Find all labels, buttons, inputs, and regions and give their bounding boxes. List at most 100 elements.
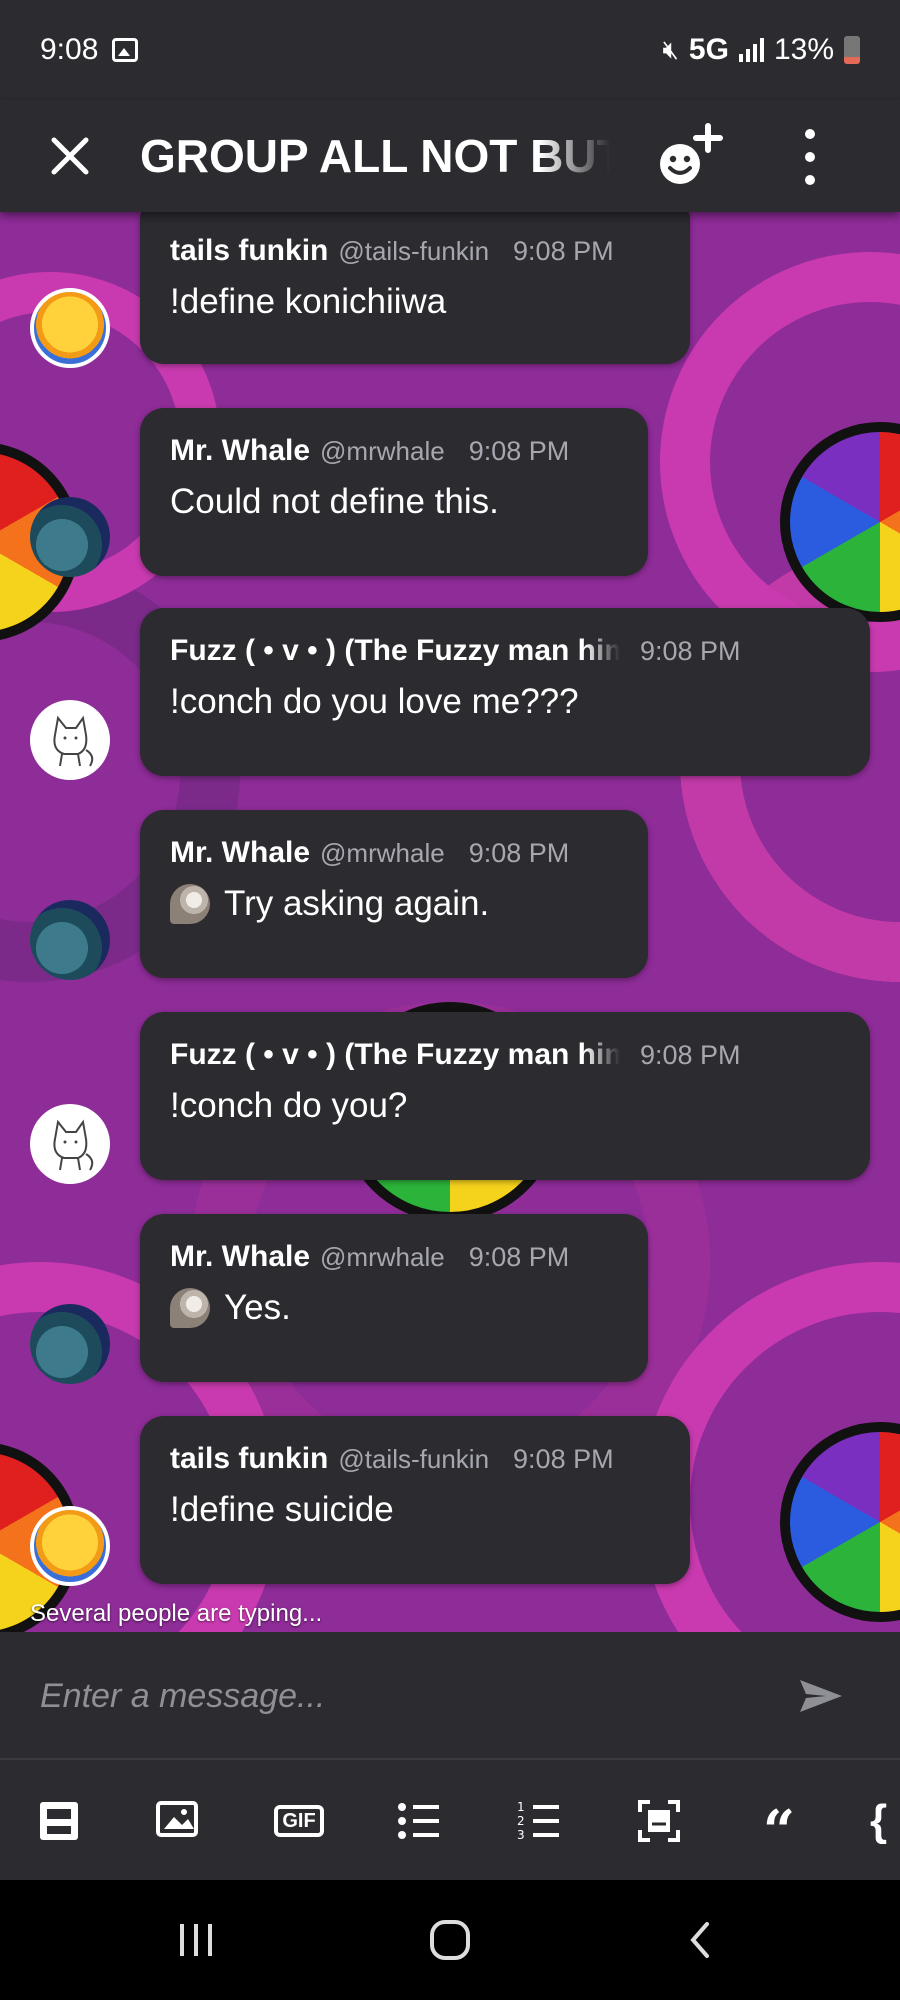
avatar[interactable]	[30, 1506, 110, 1586]
message-author[interactable]: tails funkin	[170, 1442, 328, 1476]
message-bubble[interactable]: Mr. Whale @mrwhale 9:08 PM Yes.	[140, 1214, 648, 1382]
message-meta: Fuzz ( • v • ) (The Fuzzy man himself) 9…	[170, 634, 840, 668]
message-text: !define suicide	[170, 1490, 394, 1529]
bullet-list-icon	[398, 1803, 439, 1839]
close-button[interactable]	[35, 121, 105, 191]
message-handle: @tails-funkin	[338, 1444, 490, 1474]
message-author[interactable]: Fuzz ( • v • ) (The Fuzzy man himself)	[170, 1038, 620, 1072]
gif-icon: GIF	[274, 1805, 324, 1837]
message-meta: Mr. Whale @mrwhale 9:08 PM	[170, 434, 618, 468]
cat-sketch-icon	[53, 1119, 94, 1171]
message-time: 9:08 PM	[640, 1040, 741, 1070]
more-icon-dot	[805, 175, 815, 186]
quote-button[interactable]: “	[754, 1796, 804, 1859]
bullet-list-button[interactable]	[394, 1796, 444, 1846]
message-text: !define konichiiwa	[170, 282, 447, 321]
message-time: 9:08 PM	[468, 436, 570, 466]
back-button[interactable]	[660, 1910, 740, 1970]
quote-icon: “	[762, 1797, 796, 1864]
image-icon	[156, 1801, 198, 1837]
avatar[interactable]	[30, 1104, 110, 1184]
add-reaction-button[interactable]	[650, 118, 726, 194]
message-time: 9:08 PM	[468, 1242, 570, 1272]
send-button[interactable]	[798, 1676, 844, 1716]
message-text: Yes.	[224, 1288, 291, 1327]
message-text: Could not define this.	[170, 482, 499, 521]
message-composer	[0, 1632, 900, 1760]
message-handle: @mrwhale	[320, 1242, 445, 1272]
network-label: 5G	[688, 33, 729, 66]
spoiler-icon	[638, 1800, 680, 1842]
message-time: 9:08 PM	[513, 1444, 614, 1474]
back-icon	[690, 1922, 709, 1958]
message-handle: @mrwhale	[320, 838, 445, 868]
message-time: 9:08 PM	[468, 838, 570, 868]
message-bubble[interactable]: tails funkin @tails-funkin 9:08 PM !defi…	[140, 1416, 690, 1584]
signal-icon	[738, 38, 764, 62]
formatting-toolbar: GIF 123 “ {	[0, 1762, 900, 1880]
code-block-button[interactable]: {	[870, 1796, 900, 1846]
message-meta: tails funkin @tails-funkin 9:08 PM	[170, 234, 660, 268]
send-icon	[800, 1680, 842, 1712]
message-meta: Mr. Whale @mrwhale 9:08 PM	[170, 836, 618, 870]
battery-icon	[844, 36, 860, 64]
message-text-row: Yes.	[170, 1288, 618, 1328]
more-options-button[interactable]	[790, 122, 830, 192]
message-text: !conch do you love me???	[170, 682, 579, 721]
message-meta: Fuzz ( • v • ) (The Fuzzy man himself) 9…	[170, 1038, 840, 1072]
message-time: 9:08 PM	[513, 236, 614, 266]
conch-shell-icon	[170, 1288, 210, 1328]
battery-percent: 13%	[773, 33, 834, 66]
numbered-list-button[interactable]: 123	[514, 1796, 564, 1846]
message-author[interactable]: tails funkin	[170, 234, 328, 268]
message-input[interactable]	[40, 1664, 760, 1728]
message-bubble[interactable]: Fuzz ( • v • ) (The Fuzzy man himself) 9…	[140, 1012, 870, 1180]
message-text-row: Try asking again.	[170, 884, 618, 924]
avatar[interactable]	[30, 1304, 110, 1384]
chat-header: GROUP ALL NOT BUT	[0, 100, 900, 212]
conch-shell-icon	[170, 884, 210, 924]
more-icon-dot	[805, 151, 815, 162]
message-bubble[interactable]: Fuzz ( • v • ) (The Fuzzy man himself) 9…	[140, 608, 870, 776]
add-emoji-icon	[660, 123, 723, 184]
home-icon	[430, 1920, 470, 1960]
cat-sketch-icon	[53, 715, 94, 767]
system-nav-bar	[0, 1880, 900, 2000]
message-bubble[interactable]: Mr. Whale @mrwhale 9:08 PM Try asking ag…	[140, 810, 648, 978]
image-button[interactable]	[154, 1796, 204, 1846]
recent-apps-icon	[180, 1924, 212, 1956]
avatar[interactable]	[30, 288, 110, 368]
status-bar: 9:08 🔇︎ 5G 13%	[0, 0, 900, 100]
avatar[interactable]	[30, 900, 110, 980]
message-meta: tails funkin @tails-funkin 9:08 PM	[170, 1442, 660, 1476]
gif-button[interactable]: GIF	[274, 1796, 324, 1846]
group-title: GROUP ALL NOT BUT	[140, 130, 610, 182]
spoiler-button[interactable]	[634, 1796, 684, 1846]
mute-icon: 🔇︎	[662, 34, 679, 64]
svg-text:3: 3	[517, 1828, 525, 1842]
message-author[interactable]: Mr. Whale	[170, 1240, 310, 1274]
sticker-icon	[40, 1802, 78, 1840]
avatar[interactable]	[30, 700, 110, 780]
typing-indicator: Several people are typing...	[30, 1600, 323, 1627]
message-text: Try asking again.	[224, 884, 490, 923]
status-indicators: 🔇︎ 5G 13%	[663, 33, 860, 67]
message-author[interactable]: Fuzz ( • v • ) (The Fuzzy man himself)	[170, 634, 620, 668]
message-handle: @mrwhale	[320, 436, 445, 466]
svg-text:1: 1	[517, 1800, 525, 1814]
message-bubble[interactable]: Mr. Whale @mrwhale 9:08 PM Could not def…	[140, 408, 648, 576]
svg-text:2: 2	[517, 1814, 525, 1828]
home-button[interactable]	[410, 1910, 490, 1970]
message-bubble[interactable]: tails funkin @tails-funkin 9:08 PM !defi…	[140, 212, 690, 364]
avatar[interactable]	[30, 497, 110, 577]
recent-apps-button[interactable]	[156, 1910, 236, 1970]
message-handle: @tails-funkin	[338, 236, 490, 266]
message-author[interactable]: Mr. Whale	[170, 836, 310, 870]
message-author[interactable]: Mr. Whale	[170, 434, 310, 468]
sticker-button[interactable]	[34, 1796, 84, 1846]
close-icon	[51, 137, 89, 175]
numbered-list-icon: 123	[517, 1800, 559, 1842]
code-block-icon: {	[870, 1796, 888, 1845]
message-list[interactable]: tails funkin @tails-funkin 9:08 PM !defi…	[0, 212, 900, 1632]
message-text: !conch do you?	[170, 1086, 408, 1125]
